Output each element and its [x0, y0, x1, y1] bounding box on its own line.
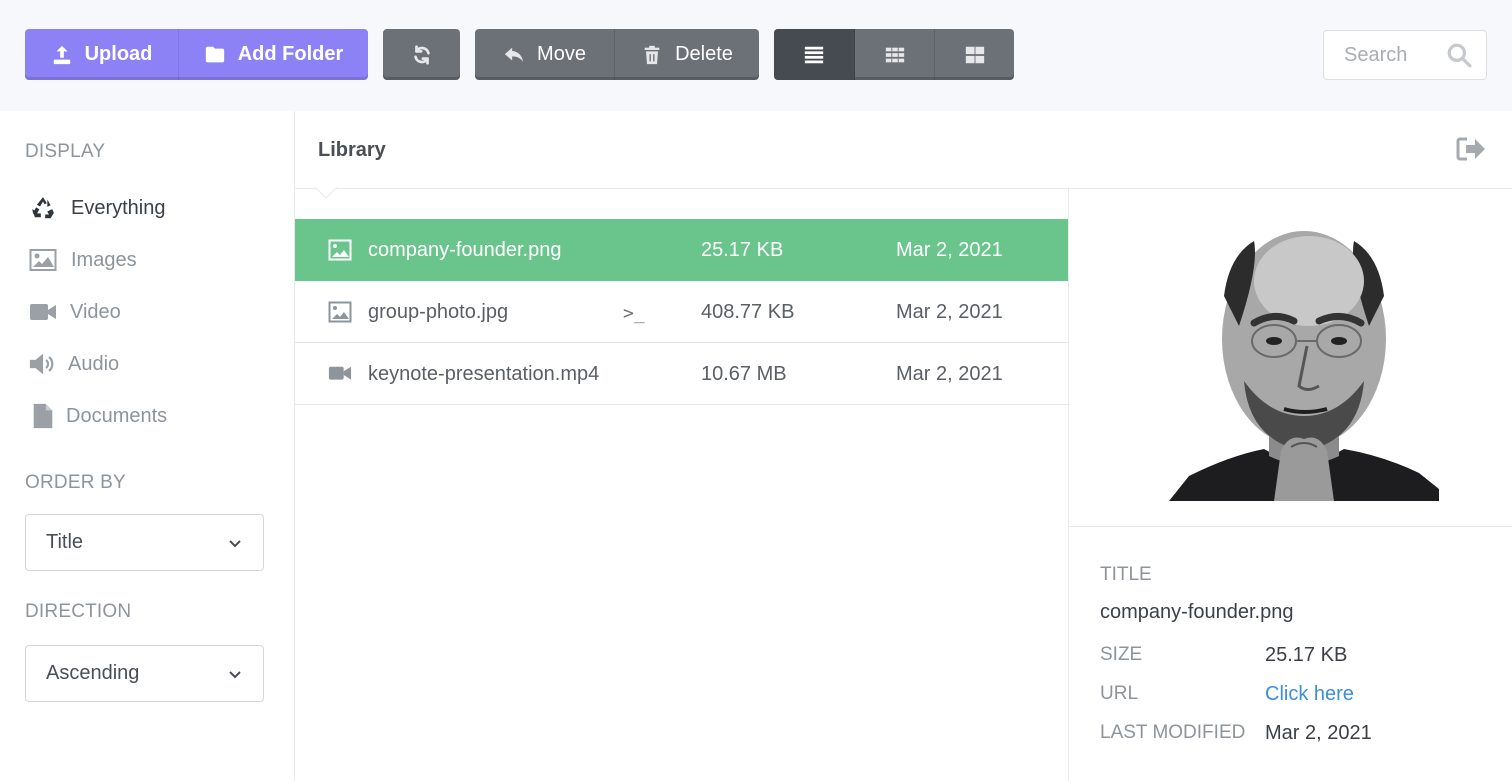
- sidebar: DISPLAY Everything Images Video Audio Do…: [0, 111, 295, 781]
- search-box: [1323, 30, 1487, 80]
- last-modified-value: Mar 2, 2021: [1265, 722, 1372, 744]
- last-modified-label: LAST MODIFIED: [1100, 722, 1246, 743]
- file-date: Mar 2, 2021: [896, 363, 1003, 385]
- large-grid-view-button[interactable]: [935, 29, 1014, 80]
- file-size: 10.67 MB: [701, 363, 787, 385]
- file-name: company-founder.png: [368, 239, 562, 261]
- folder-icon: [204, 44, 226, 66]
- sidebar-item-documents[interactable]: Documents: [29, 403, 167, 429]
- grid-view-button[interactable]: [855, 29, 935, 80]
- sign-out-icon[interactable]: [1456, 136, 1486, 162]
- sidebar-item-images[interactable]: Images: [29, 247, 137, 273]
- refresh-button[interactable]: [383, 29, 460, 80]
- upload-label: Upload: [84, 43, 153, 65]
- display-title: DISPLAY: [25, 141, 106, 162]
- url-link[interactable]: Click here: [1265, 683, 1354, 706]
- grid-small-icon: [884, 44, 906, 66]
- file-row[interactable]: company-founder.png 25.17 KB Mar 2, 2021: [295, 219, 1068, 281]
- direction-title: DIRECTION: [25, 601, 132, 622]
- refresh-button-group: [383, 29, 460, 80]
- direction-select[interactable]: Ascending: [25, 645, 264, 702]
- upload-icon: [51, 44, 73, 66]
- file-row[interactable]: group-photo.jpg >_ 408.77 KB Mar 2, 2021: [295, 281, 1068, 343]
- file-size: 25.17 KB: [701, 239, 784, 261]
- image-icon: [328, 239, 352, 261]
- sidebar-item-everything[interactable]: Everything: [29, 195, 166, 221]
- list-icon: [803, 44, 825, 66]
- delete-button[interactable]: Delete: [615, 29, 759, 80]
- direction-value: Ascending: [46, 662, 140, 684]
- move-delete-group: Move Delete: [475, 29, 759, 80]
- order-by-select[interactable]: Title: [25, 514, 264, 571]
- caret-icon: [315, 187, 337, 199]
- file-date: Mar 2, 2021: [896, 239, 1003, 261]
- detail-panel: TITLE company-founder.png SIZE 25.17 KB …: [1068, 189, 1512, 781]
- sidebar-item-label: Audio: [68, 352, 120, 375]
- sidebar-item-label: Documents: [66, 404, 168, 427]
- refresh-icon: [411, 44, 433, 66]
- sidebar-item-label: Everything: [71, 196, 166, 219]
- library-header: Library: [295, 111, 1512, 199]
- image-icon: [328, 301, 352, 323]
- sidebar-item-audio[interactable]: Audio: [29, 351, 119, 377]
- grid-large-icon: [964, 44, 986, 66]
- video-icon: [328, 363, 352, 385]
- recycle-icon: [29, 195, 57, 221]
- image-icon: [29, 247, 57, 273]
- file-icon: [29, 403, 57, 429]
- sidebar-item-label: Video: [70, 300, 121, 323]
- title-value: company-founder.png: [1100, 601, 1294, 623]
- size-label: SIZE: [1100, 644, 1143, 665]
- volume-icon: [29, 351, 57, 377]
- file-date: Mar 2, 2021: [896, 301, 1003, 323]
- add-folder-label: Add Folder: [237, 43, 344, 65]
- toolbar: Upload Add Folder Move Delete: [0, 0, 1512, 111]
- file-name: keynote-presentation.mp4: [368, 363, 600, 385]
- search-input[interactable]: [1344, 43, 1439, 67]
- move-button[interactable]: Move: [475, 29, 615, 80]
- library-title: Library: [318, 139, 386, 161]
- reply-icon: [503, 44, 525, 66]
- search-icon[interactable]: [1446, 42, 1472, 68]
- image-preview: [1169, 211, 1439, 501]
- terminal-icon: >_: [623, 303, 645, 324]
- order-by-value: Title: [46, 531, 84, 553]
- file-size: 408.77 KB: [701, 301, 795, 323]
- size-value: 25.17 KB: [1265, 644, 1348, 666]
- chevron-down-icon: [227, 535, 243, 551]
- file-row[interactable]: keynote-presentation.mp4 10.67 MB Mar 2,…: [295, 343, 1068, 405]
- order-by-title: ORDER BY: [25, 472, 126, 493]
- move-label: Move: [537, 43, 586, 65]
- add-folder-button[interactable]: Add Folder: [179, 29, 368, 80]
- trash-icon: [641, 44, 663, 66]
- view-mode-group: [774, 29, 1014, 80]
- list-view-button[interactable]: [774, 29, 855, 80]
- detail-divider: [1069, 526, 1512, 527]
- delete-label: Delete: [675, 43, 733, 65]
- file-name: group-photo.jpg: [368, 301, 509, 323]
- chevron-down-icon: [227, 666, 243, 682]
- upload-button[interactable]: Upload: [25, 29, 179, 80]
- sidebar-item-label: Images: [71, 248, 137, 271]
- url-label: URL: [1100, 683, 1139, 704]
- title-label: TITLE: [1100, 564, 1152, 585]
- file-list: company-founder.png 25.17 KB Mar 2, 2021…: [295, 219, 1068, 405]
- sidebar-item-video[interactable]: Video: [29, 299, 121, 325]
- upload-button-group: Upload Add Folder: [25, 29, 368, 80]
- video-icon: [29, 299, 57, 325]
